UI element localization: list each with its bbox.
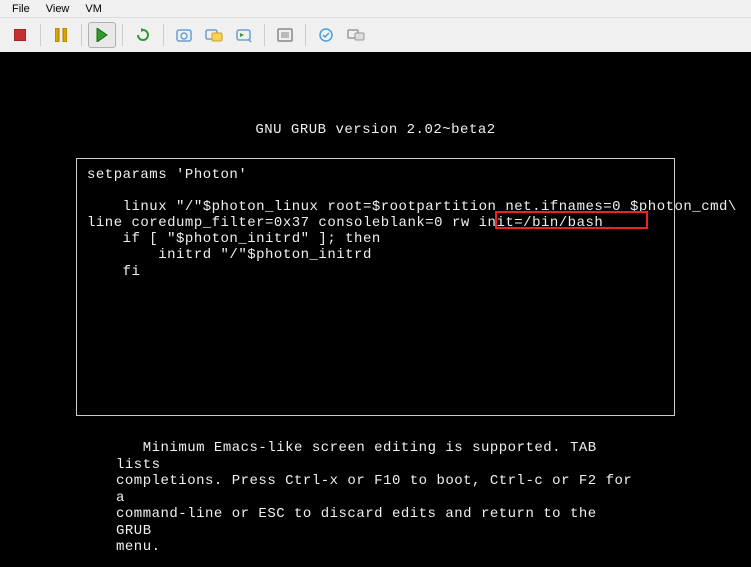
snapshot-manager-button[interactable]: [200, 22, 228, 48]
toolbar-separator: [122, 24, 123, 46]
snapshot-revert-icon: [235, 27, 253, 43]
toolbar: [0, 18, 751, 52]
menu-view[interactable]: View: [38, 1, 78, 17]
toolbar-separator: [305, 24, 306, 46]
stop-icon: [14, 29, 26, 41]
toolbar-separator: [40, 24, 41, 46]
devices-button[interactable]: [342, 22, 370, 48]
grub-line: line coredump_filter=0x37 consoleblank=0…: [87, 215, 612, 231]
menubar: File View VM: [0, 0, 751, 18]
grub-title: GNU GRUB version 2.02~beta2: [0, 52, 751, 158]
grub-line: if [ "$photon_initrd" ]; then: [87, 231, 381, 247]
toolbar-separator: [81, 24, 82, 46]
menu-file[interactable]: File: [4, 1, 38, 17]
fullscreen-button[interactable]: [271, 22, 299, 48]
devices-icon: [347, 28, 365, 42]
play-icon: [96, 28, 108, 42]
stop-button[interactable]: [6, 22, 34, 48]
menu-vm[interactable]: VM: [77, 1, 110, 17]
unity-button[interactable]: [312, 22, 340, 48]
cycle-icon: [135, 28, 151, 42]
grub-line: linux "/"$photon_linux root=$rootpartiti…: [87, 199, 737, 215]
snapshot-button[interactable]: [170, 22, 198, 48]
grub-line: initrd "/"$photon_initrd: [87, 247, 372, 263]
toolbar-separator: [163, 24, 164, 46]
snapshot-revert-button[interactable]: [230, 22, 258, 48]
grub-line: fi: [87, 264, 140, 280]
toolbar-separator: [264, 24, 265, 46]
pause-icon: [55, 28, 67, 42]
cycle-button[interactable]: [129, 22, 157, 48]
play-button[interactable]: [88, 22, 116, 48]
pause-button[interactable]: [47, 22, 75, 48]
grub-help-text: Minimum Emacs-like screen editing is sup…: [116, 440, 635, 556]
vm-console[interactable]: GNU GRUB version 2.02~beta2 setparams 'P…: [0, 52, 751, 567]
grub-editor-box: setparams 'Photon' linux "/"$photon_linu…: [76, 158, 675, 416]
fullscreen-icon: [277, 28, 293, 42]
snapshot-manager-icon: [205, 27, 223, 43]
unity-icon: [318, 27, 334, 43]
snapshot-icon: [175, 27, 193, 43]
grub-line: setparams 'Photon': [87, 167, 247, 183]
